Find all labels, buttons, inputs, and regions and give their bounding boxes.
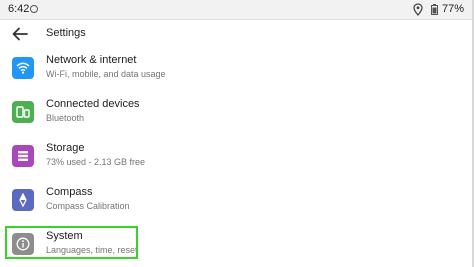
item-title: Compass	[46, 186, 93, 198]
settings-item-connected-devices[interactable]: Connected devices Bluetooth	[0, 90, 474, 134]
settings-item-storage[interactable]: Storage 73% used - 2.13 GB free	[0, 134, 474, 178]
item-subtitle: Wi-Fi, mobile, and data usage	[46, 69, 166, 79]
item-title: Network & internet	[46, 54, 137, 66]
back-arrow-icon[interactable]	[10, 25, 30, 43]
item-subtitle: Bluetooth	[46, 113, 85, 123]
storage-icon	[12, 145, 34, 167]
compass-icon	[12, 189, 34, 211]
page-title: Settings	[46, 27, 86, 39]
item-title: Storage	[46, 142, 85, 154]
settings-item-compass[interactable]: Compass Compass Calibration	[0, 178, 474, 222]
sync-icon	[30, 5, 38, 13]
item-subtitle: Languages, time, reset	[46, 245, 138, 255]
battery-percent: 77%	[442, 3, 465, 15]
info-icon	[12, 233, 34, 255]
item-subtitle: 73% used - 2.13 GB free	[46, 157, 146, 167]
location-icon	[413, 3, 423, 16]
settings-item-network[interactable]: Network & internet Wi-Fi, mobile, and da…	[0, 46, 474, 90]
devices-icon	[12, 101, 34, 123]
settings-item-system[interactable]: System Languages, time, reset	[0, 222, 474, 266]
status-time: 6:42	[8, 3, 30, 15]
settings-toolbar: Settings	[0, 20, 474, 48]
item-subtitle: Compass Calibration	[46, 201, 130, 211]
status-bar: 6:42 77%	[0, 0, 474, 20]
wifi-icon	[12, 57, 34, 79]
item-title: System	[46, 230, 83, 242]
battery-icon	[431, 4, 438, 15]
item-title: Connected devices	[46, 98, 140, 110]
